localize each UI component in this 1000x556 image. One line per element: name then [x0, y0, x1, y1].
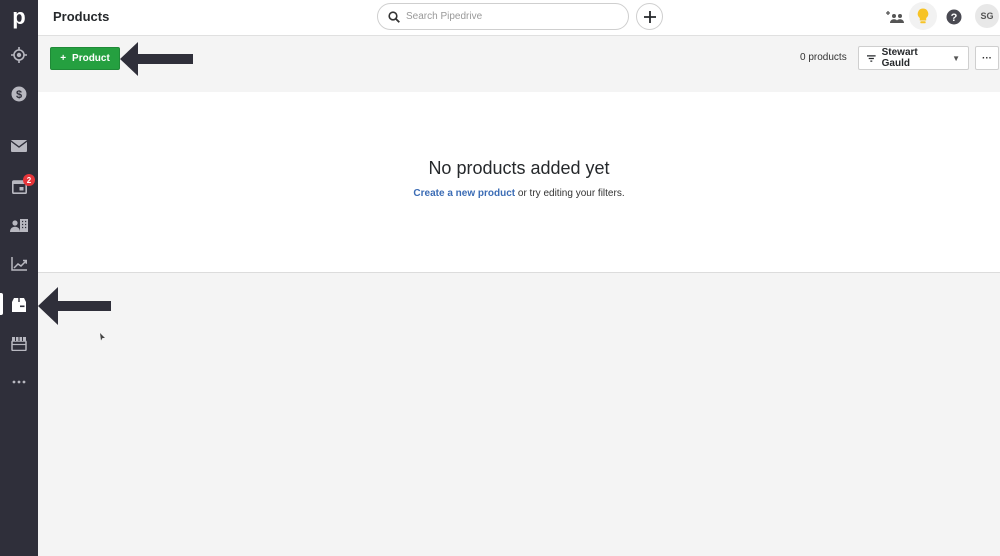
contacts-icon [10, 218, 28, 232]
annotation-arrow-icon [120, 42, 193, 76]
tips-button[interactable] [909, 2, 937, 30]
sidebar-item-mail[interactable] [0, 131, 38, 161]
empty-state-rest: or try editing your filters. [515, 188, 625, 199]
store-icon [11, 336, 27, 351]
products-count: 0 products [800, 52, 847, 63]
annotation-arrow-icon [38, 287, 111, 325]
empty-state-title: No products added yet [428, 158, 610, 178]
help-button[interactable]: ? [943, 6, 965, 28]
sidebar-item-marketplace[interactable] [0, 328, 38, 358]
sidebar-item-contacts[interactable] [0, 210, 38, 240]
mouse-cursor-icon [100, 333, 105, 341]
dollar-icon: $ [11, 86, 27, 102]
empty-state-message: Create a new product or try editing your… [38, 188, 1000, 199]
sidebar-item-insights[interactable] [0, 249, 38, 279]
sidebar: p $ 2 [0, 0, 38, 556]
empty-state-panel: No products added yet Create a new produ… [38, 92, 1000, 273]
pipedrive-logo[interactable]: p [0, 0, 38, 34]
more-options-button[interactable]: ··· [975, 46, 999, 70]
create-product-link[interactable]: Create a new product [413, 188, 515, 199]
add-users-icon [886, 11, 904, 23]
lightbulb-icon [917, 8, 929, 24]
add-product-label: Product [72, 53, 110, 64]
invite-users-button[interactable] [884, 6, 906, 28]
sidebar-item-leads[interactable] [0, 40, 38, 70]
notification-badge: 2 [23, 174, 35, 186]
svg-text:$: $ [16, 89, 22, 101]
top-bar: Products ? SG [38, 0, 1000, 36]
add-product-button[interactable]: + Product [50, 47, 120, 70]
search-input[interactable] [406, 11, 606, 22]
page-title: Products [53, 9, 110, 24]
box-icon [12, 297, 26, 312]
sidebar-item-deals[interactable]: $ [0, 79, 38, 109]
filter-icon [867, 54, 876, 62]
quick-add-button[interactable] [636, 3, 663, 30]
chart-icon [11, 257, 27, 271]
filter-button[interactable]: Stewart Gauld ▼ [858, 46, 969, 70]
plus-icon: + [60, 53, 67, 64]
search-icon [388, 10, 400, 23]
target-icon [11, 47, 27, 63]
caret-down-icon: ▼ [952, 53, 960, 63]
mail-icon [11, 140, 27, 152]
more-icon [12, 380, 26, 384]
help-icon: ? [946, 9, 962, 25]
sidebar-item-activities[interactable]: 2 [0, 171, 38, 201]
sidebar-item-more[interactable] [0, 367, 38, 397]
svg-text:?: ? [951, 12, 958, 24]
filter-label: Stewart Gauld [881, 47, 918, 69]
plus-icon [643, 10, 656, 23]
search-box[interactable] [377, 3, 629, 30]
sidebar-item-products[interactable] [0, 289, 38, 319]
user-avatar[interactable]: SG [975, 4, 999, 28]
